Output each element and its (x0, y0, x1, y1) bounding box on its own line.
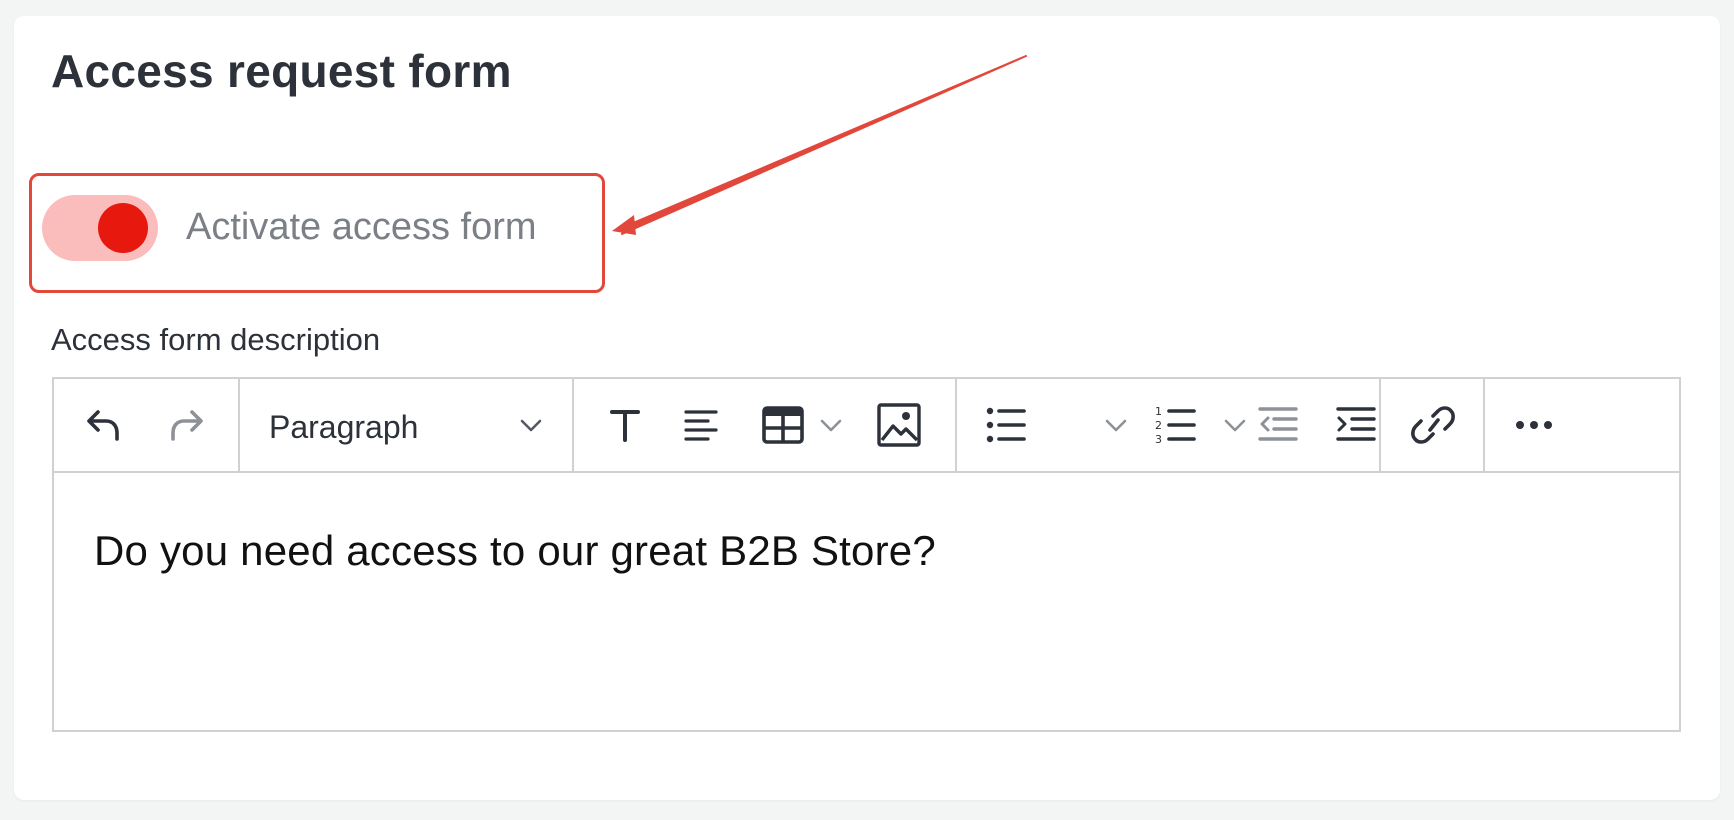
more-icon (1516, 421, 1552, 429)
numbered-list-chevron-down-icon[interactable] (1222, 412, 1248, 438)
svg-text:2: 2 (1155, 419, 1162, 432)
rich-text-editor: Paragraph 1 2 3 Do you need access to ou… (52, 377, 1681, 732)
undo-icon (87, 410, 119, 441)
activate-access-form-toggle[interactable] (42, 195, 158, 261)
align-left-button[interactable] (678, 400, 728, 450)
outdent-button[interactable] (1253, 400, 1303, 450)
block-format-group: Paragraph (240, 379, 574, 471)
description-label: Access form description (51, 322, 381, 357)
redo-button[interactable] (162, 400, 212, 450)
formatting-group (574, 379, 957, 471)
svg-text:1: 1 (1155, 405, 1162, 418)
bullet-list-chevron-down-icon[interactable] (1103, 412, 1129, 438)
link-group (1381, 379, 1485, 471)
indent-icon (1336, 407, 1376, 441)
undo-button[interactable] (78, 400, 128, 450)
image-icon (877, 403, 921, 447)
outdent-icon (1258, 407, 1298, 441)
block-format-select[interactable]: Paragraph (240, 379, 572, 471)
block-format-value: Paragraph (269, 409, 419, 445)
page-title: Access request form (51, 45, 512, 97)
table-icon (762, 406, 804, 444)
table-button[interactable] (758, 400, 808, 450)
more-options-button[interactable] (1509, 400, 1559, 450)
toggle-label: Activate access form (186, 206, 537, 248)
redo-icon (171, 410, 203, 441)
link-icon (1411, 406, 1455, 444)
history-group (54, 379, 240, 471)
bullet-list-button[interactable] (981, 400, 1031, 450)
editor-content[interactable]: Do you need access to our great B2B Stor… (94, 527, 936, 575)
image-button[interactable] (874, 400, 924, 450)
align-left-icon (684, 410, 718, 441)
text-format-button[interactable] (600, 400, 650, 450)
numbered-list-icon: 1 2 3 (1155, 405, 1196, 446)
text-format-icon (610, 410, 640, 442)
chevron-down-icon (520, 419, 542, 432)
toggle-knob (98, 203, 148, 253)
list-group: 1 2 3 (957, 379, 1381, 471)
editor-toolbar: Paragraph 1 2 3 (54, 379, 1679, 473)
table-chevron-down-icon[interactable] (818, 412, 844, 438)
numbered-list-button[interactable]: 1 2 3 (1151, 400, 1201, 450)
svg-text:3: 3 (1155, 433, 1162, 446)
bullet-list-icon (986, 407, 1026, 443)
indent-button[interactable] (1331, 400, 1381, 450)
link-button[interactable] (1408, 400, 1458, 450)
